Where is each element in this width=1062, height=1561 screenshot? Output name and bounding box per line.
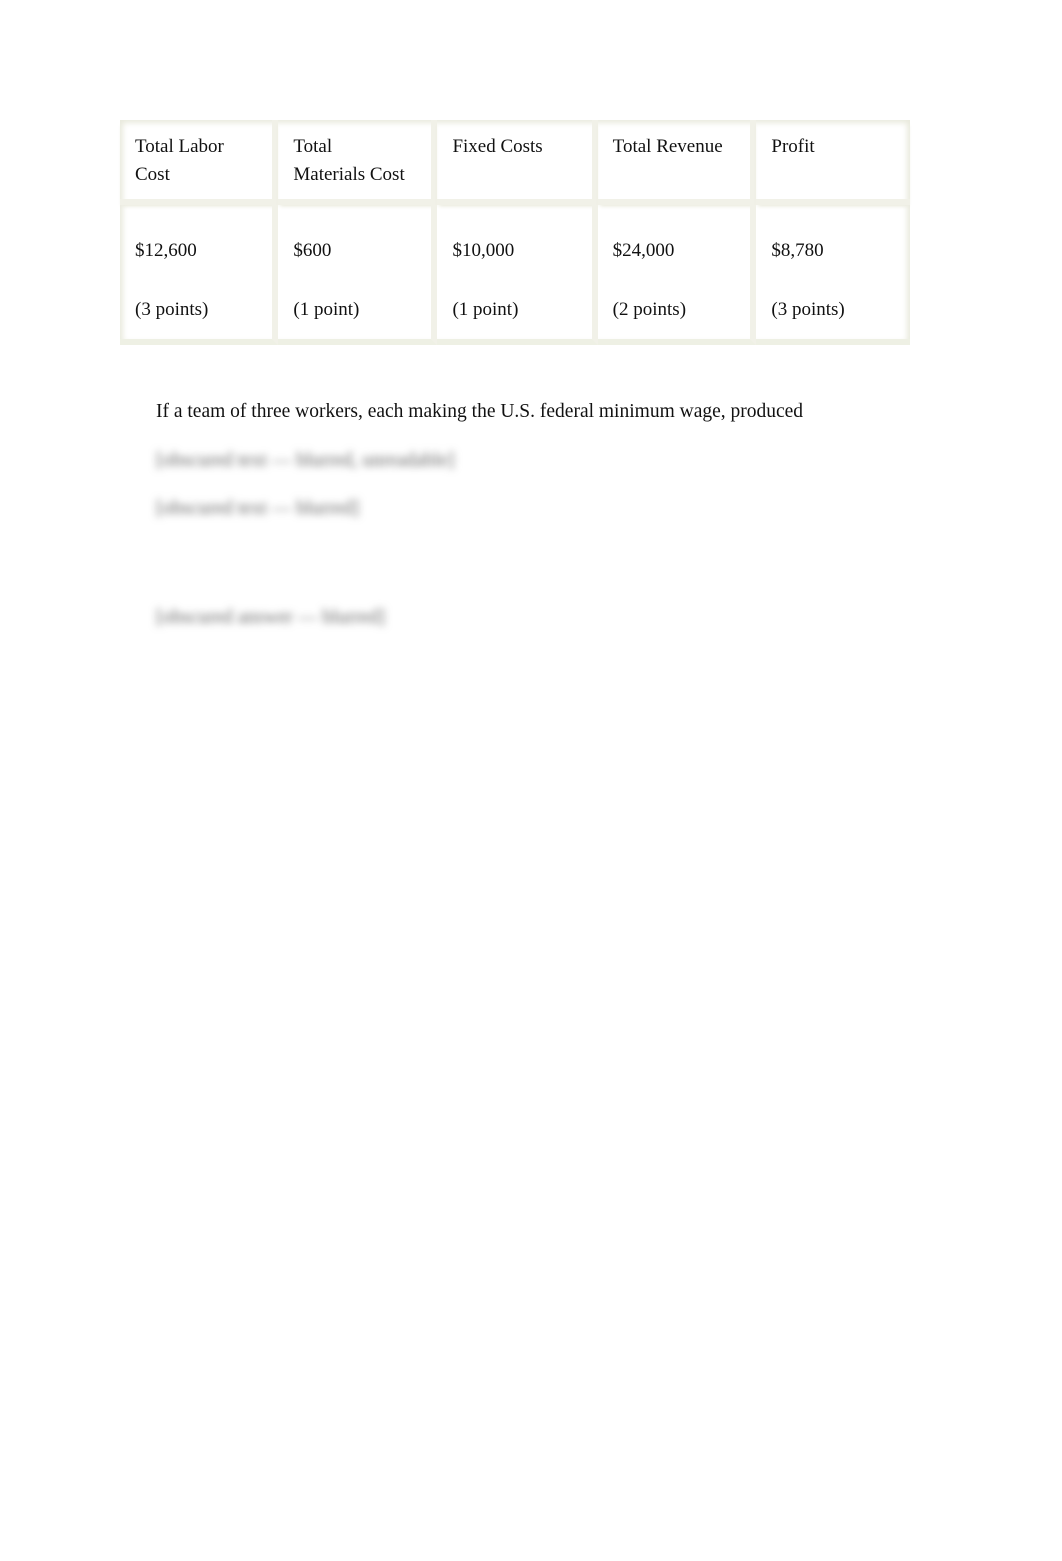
value: $24,000 — [612, 240, 675, 261]
header-total-revenue: Total Revenue — [597, 120, 757, 205]
value: $600 — [293, 240, 332, 261]
question-text: If a team of three workers, each making … — [156, 401, 804, 422]
points-label: (3 points) — [135, 299, 209, 320]
header-line: Cost — [135, 164, 170, 185]
cell-fixed-costs: $10,000 (1 point) — [437, 205, 598, 345]
header-line: Profit — [771, 136, 815, 157]
header-total-materials-cost: Total Materials Cost — [278, 120, 438, 205]
points-label: (2 points) — [612, 299, 687, 320]
value: $12,600 — [135, 240, 197, 261]
cost-summary-table-container: Total Labor Cost Total Materials Cost Fi… — [120, 120, 910, 345]
points-label: (3 points) — [771, 299, 845, 320]
blurred-question-line-1: [obscured text — blurred, unreadable] — [156, 450, 455, 471]
header-line: Total Labor — [135, 136, 224, 157]
header-total-labor-cost: Total Labor Cost — [120, 120, 279, 205]
cell-total-labor-cost: $12,600 (3 points) — [120, 205, 279, 345]
header-fixed-costs: Fixed Costs — [437, 120, 598, 205]
points-label: (1 point) — [452, 299, 519, 320]
header-line: Total Revenue — [612, 136, 723, 157]
cost-summary-table: Total Labor Cost Total Materials Cost Fi… — [120, 120, 910, 345]
table-row: $12,600 (3 points) $600 (1 point) $10,00… — [120, 205, 910, 345]
header-profit: Profit — [756, 120, 910, 205]
header-line: Fixed Costs — [452, 136, 543, 157]
header-line: Total — [293, 136, 333, 157]
blurred-answer: [obscured answer — blurred] — [156, 607, 386, 628]
header-line: Materials Cost — [293, 164, 405, 185]
cell-total-revenue: $24,000 (2 points) — [597, 205, 757, 345]
blurred-question-line-2: [obscured text — blurred] — [156, 498, 360, 519]
table-header-row: Total Labor Cost Total Materials Cost Fi… — [120, 120, 910, 205]
points-label: (1 point) — [293, 299, 360, 320]
cell-profit: $8,780 (3 points) — [756, 205, 910, 345]
value: $8,780 — [771, 240, 824, 261]
cell-total-materials-cost: $600 (1 point) — [278, 205, 438, 345]
value: $10,000 — [452, 240, 515, 261]
